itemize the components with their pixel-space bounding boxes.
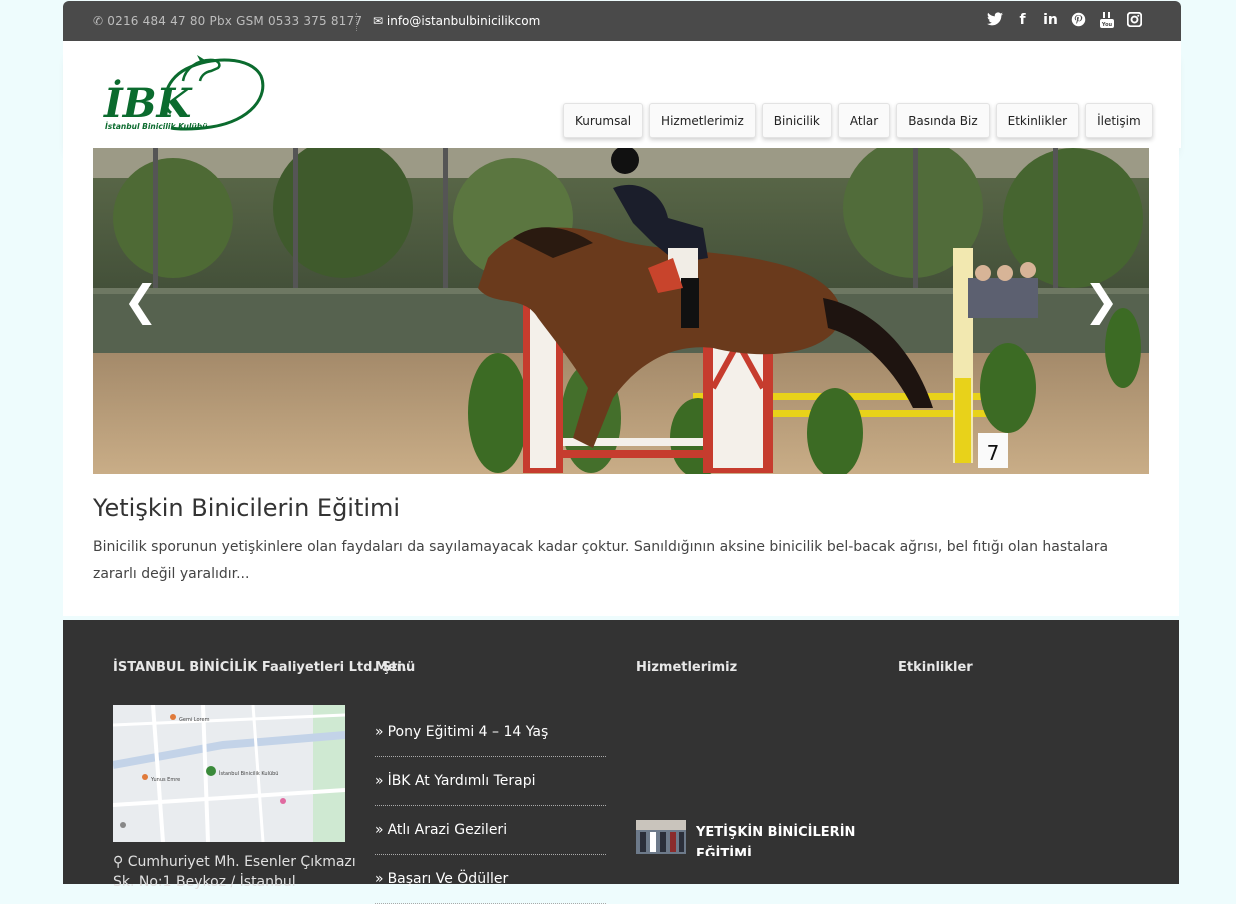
top-bar: ✆ 0216 484 47 80 Pbx GSM 0533 375 8177 ✉…	[63, 1, 1181, 41]
phone-number: 0216 484 47 80 Pbx GSM 0533 375 8177	[107, 14, 363, 28]
linkedin-icon[interactable]: in	[1042, 12, 1059, 29]
footer-menu-label: Atlı Arazi Gezileri	[387, 822, 508, 838]
nav-hizmetlerimiz[interactable]: Hizmetlerimiz	[649, 103, 756, 138]
footer-event-item[interactable]: YETİŞKİN BİNİCİLERİN EĞİTİMİ	[636, 820, 896, 860]
footer-company-title: İSTANBUL BİNİCİLİK Faaliyetleri Ltd. Şti…	[113, 660, 407, 675]
logo-letters: İBK	[103, 80, 194, 127]
twitter-icon[interactable]	[986, 12, 1003, 29]
footer-menu-title: Menü	[375, 660, 416, 675]
chevron-right-icon: »	[375, 822, 384, 838]
main-nav: Kurumsal Hizmetlerimiz Binicilik Atlar B…	[563, 103, 1153, 138]
chevron-right-icon: »	[375, 773, 384, 789]
post-title[interactable]: Yetişkin Binicilerin Eğitimi	[93, 494, 400, 522]
instagram-icon[interactable]	[1126, 11, 1143, 29]
phone-text: ✆ 0216 484 47 80 Pbx GSM 0533 375 8177	[93, 14, 362, 28]
map-label-3: Gemi Lorem	[179, 717, 210, 723]
youtube-icon[interactable]: You	[1098, 12, 1115, 29]
facebook-icon[interactable]: f	[1014, 12, 1031, 29]
site-footer: İSTANBUL BİNİCİLİK Faaliyetleri Ltd. Şti…	[63, 620, 1179, 904]
footer-menu-label: Başarı Ve Ödüller	[387, 871, 509, 887]
slider-next-arrow[interactable]: ❯	[1084, 280, 1119, 322]
nav-kurumsal[interactable]: Kurumsal	[563, 103, 644, 138]
chevron-right-icon: »	[375, 724, 384, 740]
main-content: 7 ❮ ❯ Yetişkin Binicilerin Eğitimi Binic…	[63, 148, 1179, 616]
svg-text:7: 7	[987, 441, 1000, 465]
footer-menu-item[interactable]: » İBK At Yardımlı Terapi	[375, 757, 606, 806]
location-map[interactable]: İstanbul Binicilik Kulübü Yunus Emre Gem…	[113, 705, 345, 842]
footer-menu-item[interactable]: » Pony Eğitimi 4 – 14 Yaş	[375, 708, 606, 757]
map-label-2: Yunus Emre	[150, 777, 180, 783]
phone-icon: ✆	[93, 14, 108, 28]
pinterest-icon[interactable]	[1070, 12, 1087, 29]
nav-basinda-biz[interactable]: Basında Biz	[896, 103, 990, 138]
footer-services-title: Hizmetlerimiz	[636, 660, 738, 675]
logo-subtitle: İstanbul Binicilik Kulübü	[105, 122, 208, 131]
post-excerpt: Binicilik sporunun yetişkinlere olan fay…	[93, 539, 1109, 582]
divider	[356, 13, 357, 31]
slider-prev-arrow[interactable]: ❮	[123, 280, 158, 322]
nav-etkinlikler[interactable]: Etkinlikler	[995, 103, 1080, 138]
map-marker-icon: ⚲	[113, 854, 128, 870]
social-links: f in You	[986, 11, 1143, 29]
event-title[interactable]: YETİŞKİN BİNİCİLERİN EĞİTİMİ	[696, 822, 856, 856]
footer-menu-list: » Pony Eğitimi 4 – 14 Yaş » İBK At Yardıml…	[375, 708, 606, 904]
footer-address: ⚲ Cumhuriyet Mh. Esenler Çıkmazı Sk. No:…	[113, 852, 363, 892]
ibk-logo-graphic: İBK İstanbul Binicilik Kulübü	[103, 55, 265, 131]
address-text: Cumhuriyet Mh. Esenler Çıkmazı Sk. No:1 …	[113, 854, 356, 890]
email-text: info@istanbulbinicilikcom	[386, 14, 541, 28]
nav-binicilik[interactable]: Binicilik	[761, 103, 832, 138]
footer-menu-item[interactable]: » Atlı Arazi Gezileri	[375, 806, 606, 855]
svg-text:You: You	[1100, 22, 1112, 28]
chevron-right-icon: »	[375, 871, 384, 887]
nav-atlar[interactable]: Atlar	[837, 103, 891, 138]
nav-iletisim[interactable]: İletişim	[1085, 103, 1153, 138]
map-label-club: İstanbul Binicilik Kulübü	[219, 770, 278, 777]
site-logo[interactable]: İBK İstanbul Binicilik Kulübü	[101, 51, 266, 133]
site-header: İBK İstanbul Binicilik Kulübü Kurumsal H…	[63, 41, 1181, 148]
map-graphic: İstanbul Binicilik Kulübü Yunus Emre Gem…	[113, 705, 345, 842]
footer-events-title: Etkinlikler	[898, 660, 973, 675]
email-link[interactable]: ✉ info@istanbulbinicilikcom	[373, 14, 540, 28]
horse-jumping-photo: 7	[93, 148, 1149, 474]
envelope-icon: ✉	[373, 14, 387, 28]
footer-menu-label: Pony Eğitimi 4 – 14 Yaş	[387, 724, 549, 740]
event-thumbnail	[636, 820, 686, 854]
footer-menu-label: İBK At Yardımlı Terapi	[387, 773, 536, 789]
hero-slider[interactable]: 7 ❮ ❯	[93, 148, 1149, 474]
footer-menu-item[interactable]: » Başarı Ve Ödüller	[375, 855, 606, 904]
